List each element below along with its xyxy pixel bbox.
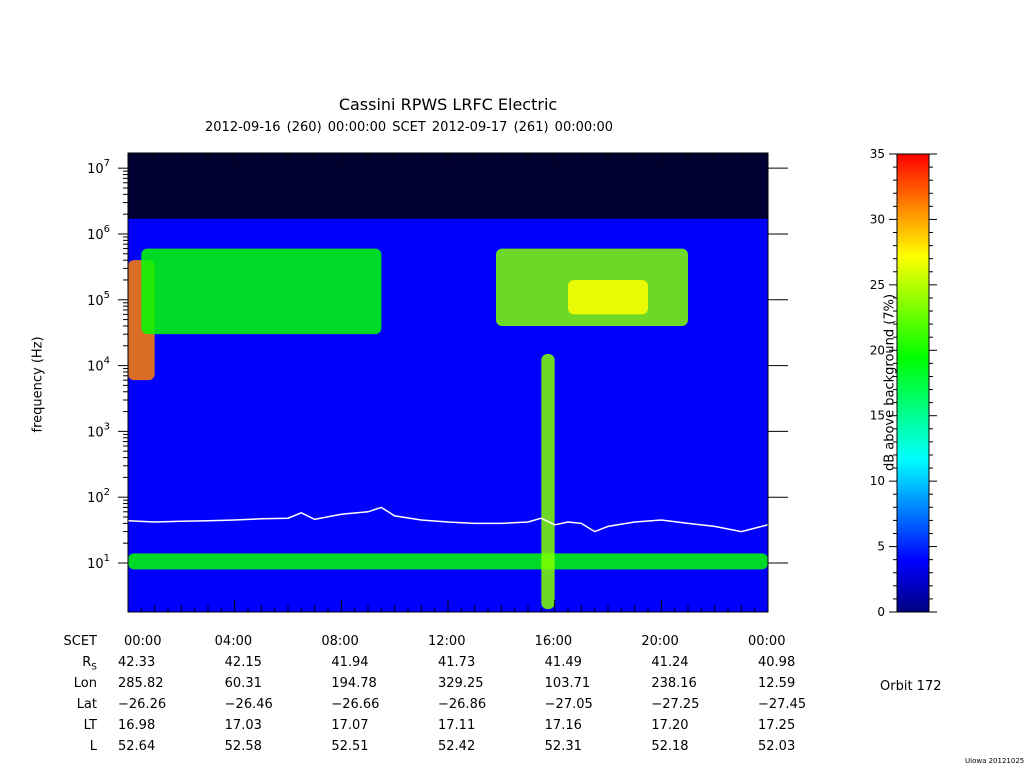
y-tick-label: 101 (87, 553, 110, 572)
ephemeris-value: 52.31 (544, 739, 582, 754)
colorbar-gradient (896, 153, 930, 613)
colorbar-tick-label: 30 (870, 212, 885, 226)
ephemeris-value: −27.25 (651, 697, 700, 712)
ephemeris-row-label: RS (82, 655, 97, 673)
orbit-label: Orbit 172 (880, 679, 942, 694)
ephemeris-value: 41.73 (438, 655, 476, 670)
ephemeris-value: 285.82 (118, 676, 164, 691)
ephemeris-value: −26.26 (118, 697, 167, 712)
spectrogram-plot: 101 102 103 104 105 106 107 0 5 10 15 20 25 30 35 (87, 147, 937, 619)
ephemeris-value: −27.45 (758, 697, 807, 712)
ephemeris-row-label: LT (83, 718, 97, 733)
ephemeris-value: 40.98 (758, 655, 796, 670)
ephemeris-value: 12.59 (758, 676, 796, 691)
time-tick-label: 00:00 (124, 634, 162, 649)
colorbar: 0 5 10 15 20 25 30 35 (870, 147, 937, 619)
time-tick-label: 12:00 (428, 634, 466, 649)
time-tick-label: 20:00 (641, 634, 679, 649)
ephemeris-value: 17.11 (438, 718, 476, 733)
ephemeris-value: 41.49 (544, 655, 582, 670)
ephemeris-row-label: Lat (76, 697, 97, 712)
colorbar-tick-label: 0 (877, 605, 885, 619)
colorbar-tick-label: 20 (870, 343, 885, 357)
colorbar-tick-label: 15 (870, 409, 885, 423)
ephemeris-value: 329.25 (438, 676, 484, 691)
time-tick-label: 00:00 (748, 634, 786, 649)
y-tick-label: 102 (87, 487, 110, 506)
ephemeris-value: −26.46 (224, 697, 273, 712)
ephemeris-value: −27.05 (544, 697, 593, 712)
colorbar-tick-label: 35 (870, 147, 885, 161)
spectrogram-area (128, 153, 768, 612)
y-tick-label: 105 (87, 290, 110, 309)
ephemeris-value: −26.66 (331, 697, 380, 712)
ephemeris-value: 17.03 (224, 718, 262, 733)
ephemeris-value: 16.98 (118, 718, 156, 733)
time-tick-label: 16:00 (534, 634, 573, 649)
y-tick-label: 104 (87, 356, 110, 375)
ephemeris-value: 194.78 (331, 676, 377, 691)
ephemeris-value: 60.31 (224, 676, 262, 691)
y-tick-label: 107 (87, 158, 110, 177)
emission-feature-3 (568, 279, 648, 315)
ephemeris-value: 52.51 (331, 739, 369, 754)
emission-feature-4 (128, 553, 768, 570)
colorbar-tick-label: 25 (870, 278, 885, 292)
ephemeris-row-label: L (89, 739, 97, 754)
emission-feature-1 (141, 248, 382, 335)
ephemeris-row-label: SCET (63, 634, 97, 649)
time-tick-label: 08:00 (321, 634, 359, 649)
ephemeris-value: 52.64 (118, 739, 156, 754)
ephemeris-value: 41.94 (331, 655, 369, 670)
ephemeris-value: 41.24 (651, 655, 689, 670)
emission-feature-5 (541, 353, 555, 609)
colorbar-tick-label: 5 (877, 540, 885, 554)
time-tick-label: 04:00 (214, 634, 253, 649)
colorbar-tick-label: 10 (870, 474, 885, 488)
ephemeris-value: 17.16 (544, 718, 582, 733)
ephemeris-value: −26.86 (438, 697, 487, 712)
ephemeris-value: 238.16 (651, 676, 697, 691)
ephemeris-value: 52.18 (651, 739, 689, 754)
ephemeris-value: 42.15 (224, 655, 262, 670)
credit-text: Uiowa 20121025 (965, 757, 1024, 765)
spectrogram-background (128, 153, 768, 612)
ephemeris-value: 17.07 (331, 718, 369, 733)
ephemeris-row-label: Lon (73, 676, 97, 691)
y-tick-label: 106 (87, 224, 110, 243)
ephemeris-value: 103.71 (544, 676, 591, 691)
y-tick-label: 103 (87, 421, 110, 440)
ephemeris-value: 52.58 (224, 739, 262, 754)
ephemeris-value: 52.03 (758, 739, 796, 754)
ephemeris-value: 17.25 (758, 718, 796, 733)
ephemeris-value: 42.33 (118, 655, 156, 670)
ephemeris-value: 52.42 (438, 739, 476, 754)
ephemeris-value: 17.20 (651, 718, 689, 733)
